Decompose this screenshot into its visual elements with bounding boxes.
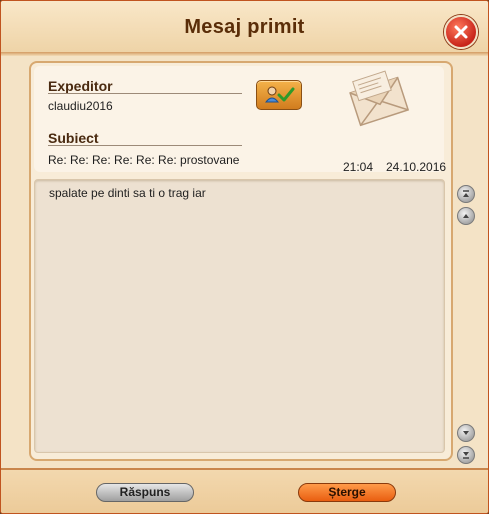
message-window: Mesaj primit Expeditor claudiu2016 Subie… [0, 0, 489, 514]
title-bar: Mesaj primit [1, 1, 488, 56]
reply-button[interactable]: Răspuns [96, 483, 194, 502]
scroll-bottom-icon [463, 452, 469, 459]
scroll-bottom-button[interactable] [457, 446, 475, 464]
window-title: Mesaj primit [184, 16, 305, 38]
subject-value: Re: Re: Re: Re: Re: Re: prostovane [48, 153, 240, 167]
scroll-up-icon [463, 214, 469, 218]
scroll-top-button[interactable] [457, 185, 475, 203]
delete-button[interactable]: Șterge [298, 483, 396, 502]
subject-divider [48, 145, 242, 146]
message-body-box[interactable] [34, 179, 445, 453]
envelope-image [345, 66, 417, 142]
subject-label: Subiect [48, 130, 99, 146]
close-button[interactable] [444, 15, 478, 49]
add-contact-icon [264, 86, 295, 103]
sender-divider [48, 93, 242, 94]
sender-value: claudiu2016 [48, 99, 113, 113]
close-icon [454, 25, 468, 39]
scroll-up-button[interactable] [457, 207, 475, 225]
scroll-top-icon [463, 190, 469, 197]
footer-bar [1, 468, 488, 513]
scroll-down-button[interactable] [457, 424, 475, 442]
message-date: 24.10.2016 [386, 160, 447, 174]
scroll-down-icon [463, 431, 469, 435]
sender-label: Expeditor [48, 78, 113, 94]
message-time: 21:04 [343, 160, 374, 174]
envelope-icon [349, 70, 410, 127]
message-body: spalate pe dinti sa ti o trag iar [49, 186, 206, 200]
add-contact-button[interactable] [256, 80, 302, 110]
